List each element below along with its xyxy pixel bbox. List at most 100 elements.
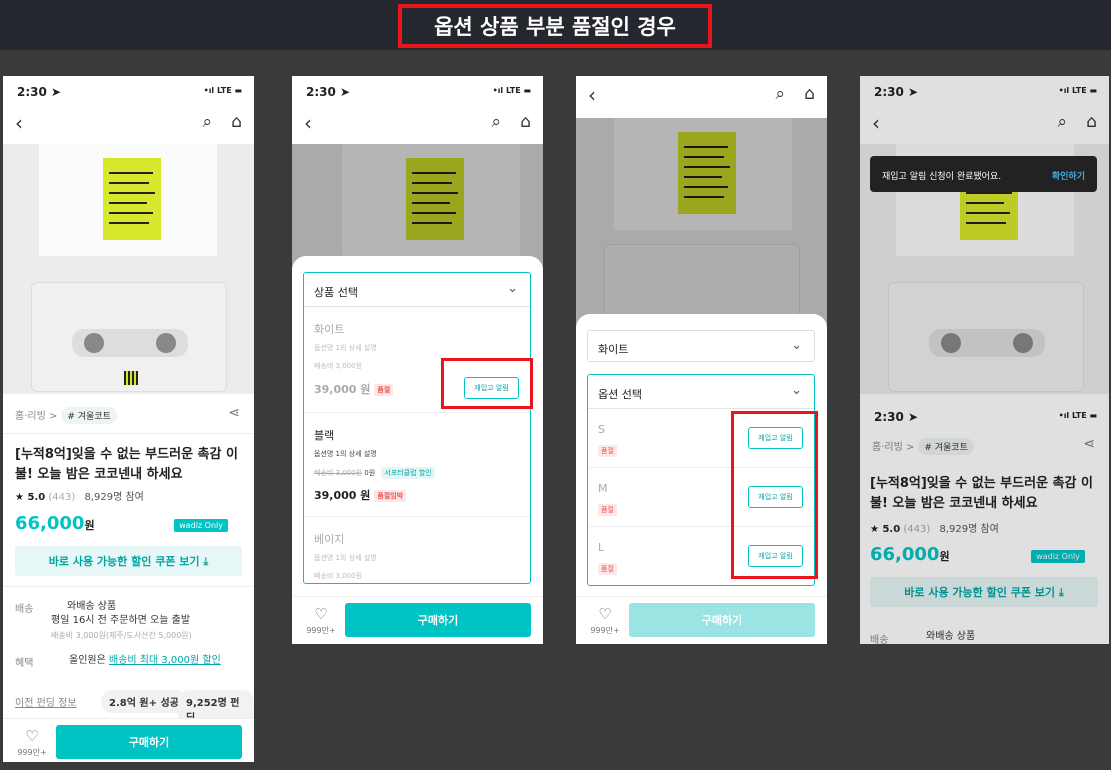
size-select-header[interactable]: 옵션 선택 ⌄ (588, 375, 814, 409)
buy-button[interactable]: 구매하기 (56, 725, 242, 759)
chevron-down-icon[interactable]: ⌄ (507, 281, 518, 296)
color-select-value: 화이트 (598, 343, 629, 356)
option-name: 블랙 (314, 429, 335, 442)
wadiz-only-badge: wadiz Only (174, 519, 228, 532)
banner-title: 옵션 상품 부분 품절인 경우 (398, 4, 712, 48)
status-time: 2:30 ➤ (17, 85, 62, 99)
buy-button[interactable]: 구매하기 (345, 603, 531, 637)
bottom-bar: ♡ 999만+ 구매하기 (292, 596, 543, 644)
price-value: 66,000 (15, 513, 85, 534)
back-icon[interactable]: ‹ (15, 111, 23, 135)
back-icon[interactable]: ‹ (304, 111, 312, 135)
option-desc: 옵션명 1의 상세 설명 (314, 450, 377, 458)
option-desc: 옵션명 1의 상세 설명 (314, 344, 377, 352)
toast-text: 재입고 알림 신청이 완료됐어요. (882, 172, 1002, 182)
status-bar: 2:30 ➤ •ıl LTE ▬ (3, 76, 254, 108)
product-select: 상품 선택 ⌄ 화이트 옵션명 1의 상세 설명 배송비 3,000원 39,0… (303, 272, 531, 584)
price: 66,000원 (15, 513, 95, 534)
search-icon[interactable]: ⌕ (491, 112, 501, 132)
bottom-bar: ♡ 999만+ 구매하기 (3, 718, 254, 762)
option-name: 베이지 (314, 533, 345, 546)
shipping-title: 와배송 상품 (67, 601, 117, 612)
soldout-badge: 품절 (598, 504, 617, 516)
option-ship: 배송비 3,000원 (314, 572, 363, 580)
color-select[interactable]: 화이트 ⌄ (587, 330, 815, 362)
option-name: 화이트 (314, 323, 345, 336)
coupon-button[interactable]: 바로 사용 가능한 할인 쿠폰 보기 ⤓ (15, 546, 242, 576)
status-bar: 2:30 ➤ •ıl LTE ▬ (292, 76, 543, 108)
option-sheet: 상품 선택 ⌄ 화이트 옵션명 1의 상세 설명 배송비 3,000원 39,0… (292, 256, 543, 644)
size-name: M (598, 482, 608, 495)
shipping-fee: 배송비 3,000원(제주/도서산간 5,000원) (51, 631, 192, 640)
back-icon[interactable]: ‹ (588, 83, 596, 107)
phone-toast: 2:30 ➤ •ıl LTE ▬ ‹ ⌕ ⌂ 2:30 ➤ •ıl LTE ▬ … (860, 76, 1109, 644)
toast-confirm-button[interactable]: 확인하기 (1052, 169, 1085, 182)
soldout-badge: 품절 (374, 384, 394, 396)
signal-icon: •ıl LTE ▬ (492, 86, 531, 95)
soldout-badge: 품절 (598, 445, 617, 457)
status-time: 2:30 ➤ (306, 85, 351, 99)
phone-detail: 2:30 ➤ •ıl LTE ▬ ‹ ⌕ ⌂ 홈·리빙 > # 겨울코트 ⋖ [누… (3, 76, 254, 762)
option-desc: 옵션명 1의 상세 설명 (314, 554, 377, 562)
bottom-bar: ♡ 999만+ 구매하기 (576, 596, 827, 644)
home-icon[interactable]: ⌂ (520, 112, 531, 132)
heart-count: 999만+ (17, 748, 47, 757)
prev-funding-link[interactable]: 이전 펀딩 정보 (15, 694, 77, 709)
top-nav: ‹ ⌕ ⌂ (3, 108, 254, 142)
tag-chip[interactable]: # 겨울코트 (61, 407, 117, 424)
search-icon[interactable]: ⌕ (775, 84, 785, 104)
buy-button[interactable]: 구매하기 (629, 603, 815, 637)
heart-icon[interactable]: ♡ (590, 605, 620, 623)
rating-row: ★ 5.0 (443) 8,929명 참여 (15, 488, 144, 503)
rating-value: ★ 5.0 (15, 492, 46, 503)
heart-icon[interactable]: ♡ (306, 605, 336, 623)
breadcrumb[interactable]: 홈·리빙 > # 겨울코트 (15, 407, 117, 424)
review-count: (443) (48, 492, 76, 503)
funding-amount: 2.8억 원+ 성공 (101, 690, 187, 713)
product-select-label: 상품 선택 (314, 286, 358, 299)
home-icon[interactable]: ⌂ (231, 112, 242, 132)
tape-image (31, 282, 227, 392)
option-ship: 배송비 3,000원 0원 서포터클럽 할인 (314, 467, 435, 479)
heart-count: 999만+ (590, 626, 620, 635)
home-icon[interactable]: ⌂ (804, 84, 815, 104)
product-select-header[interactable]: 상품 선택 ⌄ (304, 273, 530, 307)
benefit-label: 혜택 (15, 658, 34, 669)
option-ship-new: 0원 (364, 469, 376, 477)
top-nav: ‹ ⌕ ⌂ (292, 108, 543, 142)
heart-count: 999만+ (306, 626, 336, 635)
option-item[interactable]: 베이지 옵션명 1의 상세 설명 배송비 3,000원 (304, 517, 530, 583)
option-price: 39,000 원 품절임박 (314, 487, 407, 503)
signal-icon: •ıl LTE ▬ (203, 86, 242, 95)
share-icon[interactable]: ⋖ (228, 405, 240, 421)
option-item[interactable]: 블랙 옵션명 1의 상세 설명 배송비 3,000원 0원 서포터클럽 할인 3… (304, 413, 530, 517)
option-price: 39,000 원 품절 (314, 381, 394, 397)
size-select-label: 옵션 선택 (598, 388, 642, 401)
toast-message: 재입고 알림 신청이 완료됐어요. 확인하기 (870, 156, 1097, 192)
chevron-down-icon[interactable]: ⌄ (791, 338, 802, 353)
almost-soldout-badge: 품절임박 (374, 490, 407, 502)
option-ship: 배송비 3,000원 (314, 362, 363, 370)
size-name: L (598, 541, 605, 554)
heart-icon[interactable]: ♡ (17, 727, 47, 745)
product-image (3, 144, 254, 394)
soldout-badge: 품절 (598, 563, 617, 575)
chevron-down-icon[interactable]: ⌄ (791, 383, 802, 398)
case-image (39, 144, 217, 256)
supporter-badge: 서포터클럽 할인 (381, 467, 435, 479)
highlight-box (441, 358, 533, 409)
shipping-text: 평일 16시 전 주문하면 오늘 출발 (51, 615, 191, 626)
highlight-box (731, 411, 818, 579)
option-ship-old: 배송비 3,000원 (314, 469, 363, 477)
participants: 8,929명 참여 (84, 492, 144, 503)
shipping-label: 배송 (15, 604, 34, 615)
benefit-link[interactable]: 배송비 최대 3,000원 할인 (109, 655, 221, 666)
price-unit: 원 (84, 519, 95, 532)
benefit-text: 올인원은 배송비 최대 3,000원 할인 (69, 655, 221, 666)
top-nav: ‹ ⌕ ⌂ (576, 80, 827, 114)
search-icon[interactable]: ⌕ (202, 112, 212, 132)
breadcrumb-text[interactable]: 홈·리빙 > (15, 411, 57, 422)
banner: 옵션 상품 부분 품절인 경우 (0, 0, 1111, 50)
product-title: [누적8억]잊을 수 없는 부드러운 촉감 이불! 오늘 밤은 코코넨내 하세요 (15, 447, 238, 482)
size-name: S (598, 423, 605, 436)
